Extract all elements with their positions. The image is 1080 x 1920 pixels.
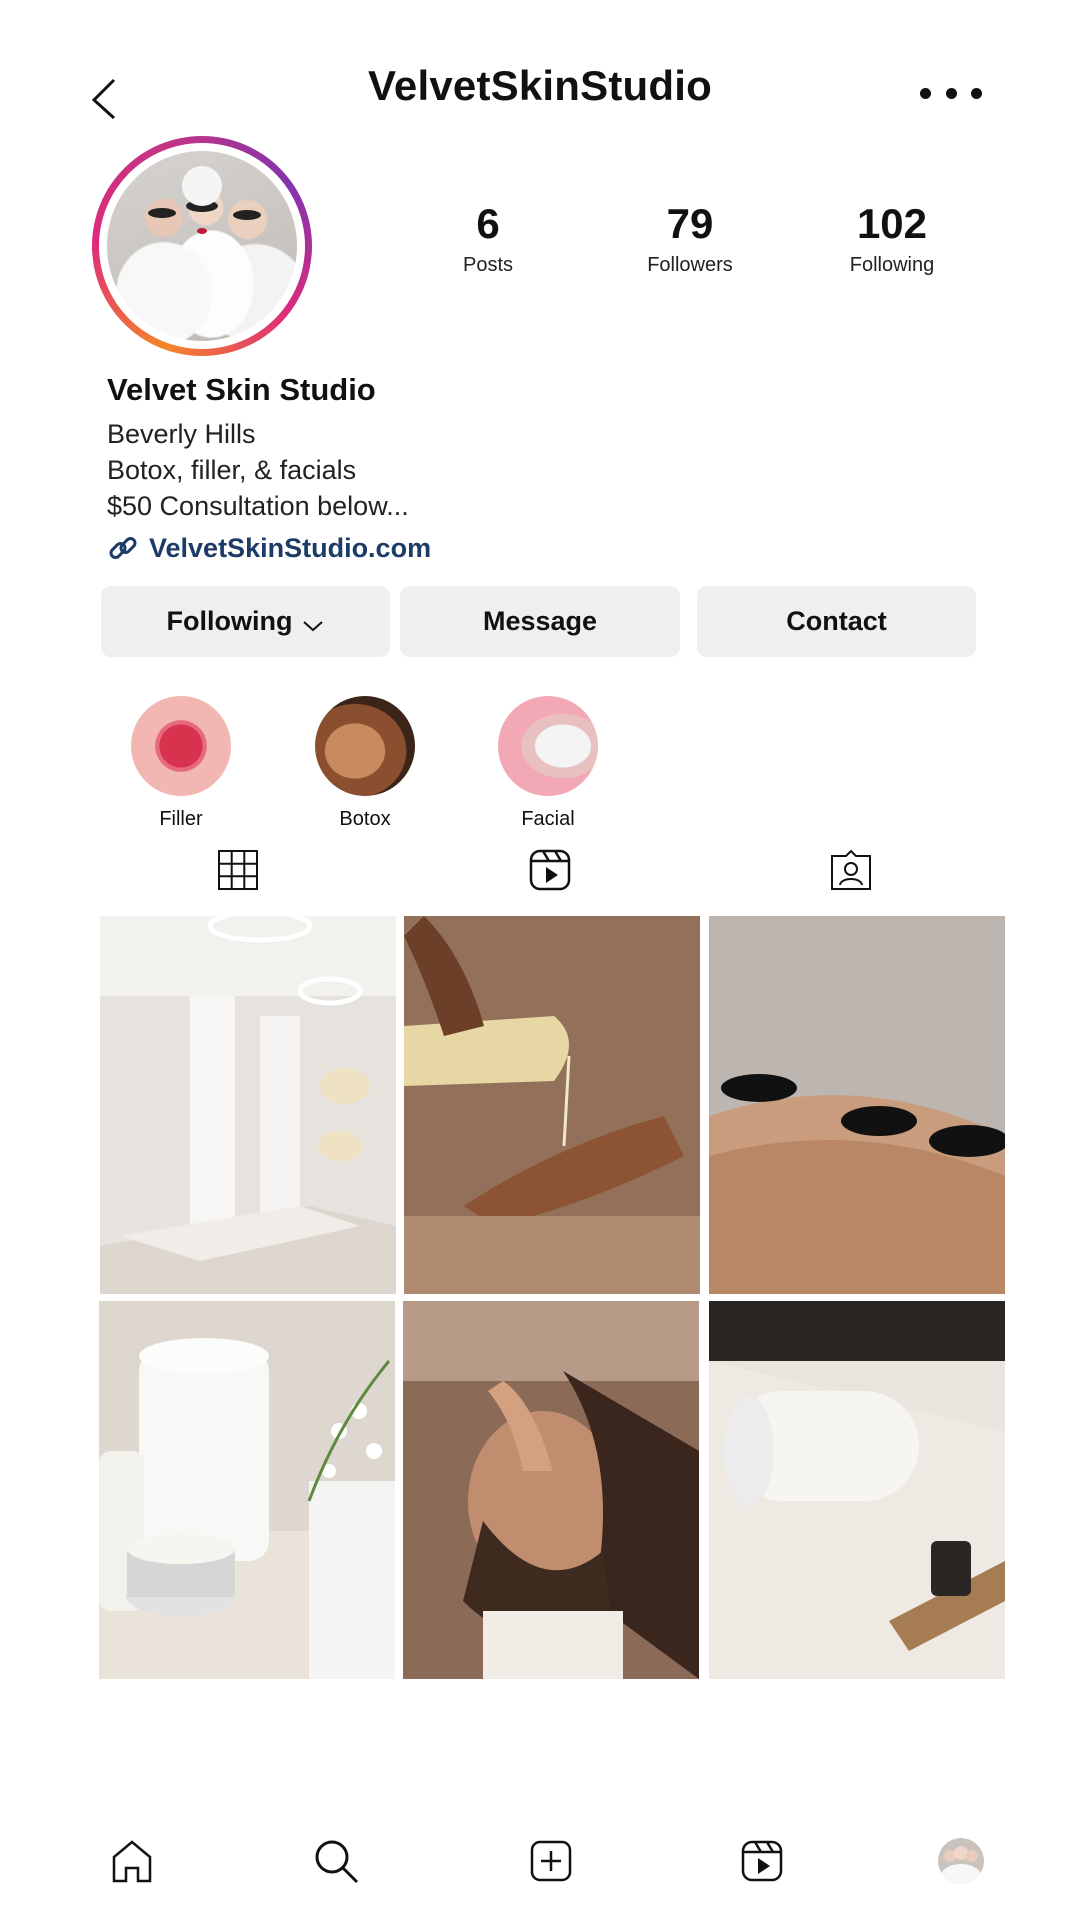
followers-label: Followers bbox=[647, 254, 733, 276]
post-face-massage[interactable] bbox=[403, 1301, 699, 1679]
candle-towel-photo bbox=[99, 1301, 395, 1679]
nav-reels[interactable] bbox=[739, 1838, 785, 1884]
avatar-photo bbox=[107, 151, 297, 341]
posts-label: Posts bbox=[462, 254, 514, 276]
following-button-label: Following bbox=[166, 606, 293, 636]
posts-count[interactable]: 6 Posts bbox=[408, 200, 568, 277]
bio-consultation[interactable]: $50 Consultation below... bbox=[107, 491, 409, 522]
followers-value: 79 bbox=[666, 200, 714, 247]
chevron-down-icon bbox=[303, 620, 324, 631]
link-icon bbox=[109, 537, 137, 559]
grid-icon bbox=[218, 850, 258, 890]
post-spa-room[interactable] bbox=[100, 916, 396, 1294]
tab-reels[interactable] bbox=[528, 848, 572, 892]
page-title: VelvetSkinStudio bbox=[368, 62, 712, 109]
profile-avatar[interactable] bbox=[92, 136, 312, 356]
search-icon bbox=[315, 1840, 359, 1884]
face-massage-photo bbox=[403, 1301, 699, 1679]
posts-value: 6 bbox=[476, 200, 500, 247]
rolled-towel-photo bbox=[709, 1301, 1005, 1679]
post-candle-towel[interactable] bbox=[99, 1301, 395, 1679]
following-label: Following bbox=[849, 254, 935, 276]
highlight-facial-image bbox=[498, 696, 598, 796]
nav-profile[interactable] bbox=[938, 1838, 984, 1884]
create-icon bbox=[530, 1840, 572, 1882]
nav-search[interactable] bbox=[313, 1838, 359, 1884]
nav-home[interactable] bbox=[109, 1838, 155, 1884]
followers-count[interactable]: 79 Followers bbox=[610, 200, 770, 277]
home-icon bbox=[112, 1840, 152, 1883]
reels-icon bbox=[741, 1840, 783, 1882]
following-value: 102 bbox=[856, 200, 928, 247]
nav-create[interactable] bbox=[528, 1838, 574, 1884]
more-dots-icon bbox=[920, 87, 931, 99]
highlight-label: Facial bbox=[521, 808, 575, 830]
following-button[interactable]: Following bbox=[101, 586, 390, 657]
tab-grid[interactable] bbox=[216, 848, 260, 892]
spa-room-photo bbox=[100, 916, 396, 1294]
profile-name: Velvet Skin Studio bbox=[107, 372, 376, 407]
tab-tagged[interactable] bbox=[829, 848, 873, 892]
message-button[interactable]: Message bbox=[400, 586, 680, 657]
contact-button-label: Contact bbox=[786, 606, 887, 636]
highlight-filler[interactable]: Filler bbox=[131, 696, 231, 831]
hot-stones-photo bbox=[709, 916, 1005, 1294]
website-link[interactable]: VelvetSkinStudio.com bbox=[107, 532, 431, 564]
website-link-text: VelvetSkinStudio.com bbox=[149, 532, 432, 563]
profile-avatar bbox=[938, 1838, 984, 1884]
highlight-filler-image bbox=[131, 696, 231, 796]
following-count[interactable]: 102 Following bbox=[812, 200, 972, 277]
post-oil-massage[interactable] bbox=[404, 916, 700, 1294]
bio-location: Beverly Hills bbox=[107, 419, 256, 449]
tagged-icon bbox=[831, 849, 871, 890]
post-hot-stones[interactable] bbox=[709, 916, 1005, 1294]
highlight-botox[interactable]: Botox bbox=[315, 696, 415, 831]
more-options-button[interactable] bbox=[920, 76, 982, 110]
highlight-botox-image bbox=[315, 696, 415, 796]
message-button-label: Message bbox=[482, 606, 598, 636]
bio-services: Botox, filler, & facials bbox=[107, 455, 357, 485]
oil-massage-photo bbox=[404, 916, 700, 1294]
post-rolled-towel[interactable] bbox=[709, 1301, 1005, 1679]
highlight-label: Filler bbox=[159, 808, 203, 830]
contact-button[interactable]: Contact bbox=[697, 586, 976, 657]
highlight-facial[interactable]: Facial bbox=[498, 696, 598, 831]
highlight-label: Botox bbox=[339, 808, 391, 830]
reels-icon bbox=[529, 849, 571, 891]
